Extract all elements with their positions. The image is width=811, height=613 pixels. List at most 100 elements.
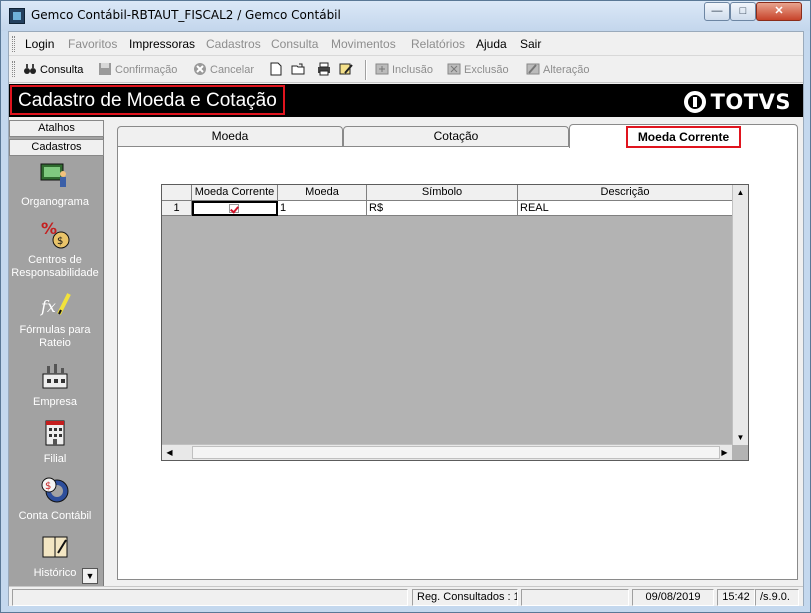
svg-text:$: $ [45, 481, 51, 492]
confirmacao-label: Confirmação [115, 64, 178, 76]
sidebar-item-label: Centros de Responsabilidade [11, 254, 99, 279]
cancel-circle-icon [193, 62, 207, 76]
print-button[interactable] [317, 61, 334, 79]
formula-pencil-icon: fx [40, 293, 71, 316]
sidebar-item-conta-contabil[interactable]: $ Conta Contábil [9, 474, 101, 523]
title-bar: Gemco Contábil-RBTAUT_FISCAL2 / Gemco Co… [1, 1, 810, 31]
tab-panel: Moeda Corrente Moeda Símbolo Descrição 1… [117, 146, 798, 580]
row-number: 1 [162, 201, 192, 216]
sidebar-item-formulas[interactable]: fx Fórmulas para Rateio [9, 288, 101, 350]
totvs-logo-icon [683, 91, 706, 113]
insert-record-icon [375, 62, 389, 76]
scroll-thumb[interactable] [192, 446, 720, 459]
sidebar-item-label: Organograma [21, 196, 89, 208]
printer-icon [317, 62, 331, 76]
brand-text: TOTVS [710, 90, 791, 114]
app-window: Gemco Contábil-RBTAUT_FISCAL2 / Gemco Co… [0, 0, 811, 613]
edit-button[interactable] [339, 61, 356, 79]
new-document-button[interactable] [269, 61, 286, 79]
cancelar-button[interactable]: Cancelar [193, 61, 254, 79]
menu-cadastros[interactable]: Cadastros [206, 37, 261, 51]
svg-text:$: $ [57, 236, 63, 247]
menu-consulta[interactable]: Consulta [271, 37, 318, 51]
checked-checkbox-icon[interactable] [229, 204, 239, 213]
binoculars-icon [23, 62, 37, 76]
moeda-corrente-checkbox-cell[interactable] [192, 201, 278, 216]
column-header-descricao[interactable]: Descrição [518, 185, 733, 201]
book-icon [42, 536, 68, 558]
exclusao-label: Exclusão [464, 64, 509, 76]
sidebar-item-organograma[interactable]: Organograma [9, 160, 101, 209]
scroll-right-icon[interactable]: ▶ [717, 445, 732, 460]
cell-moeda[interactable]: 1 [278, 201, 367, 216]
menu-impressoras[interactable]: Impressoras [129, 37, 195, 51]
scroll-left-icon[interactable]: ◀ [162, 445, 177, 460]
sidebar-item-centros[interactable]: % $ Centros de Responsabilidade [9, 218, 101, 280]
status-date: 09/08/2019 [632, 589, 714, 606]
alter-record-icon [526, 62, 540, 76]
inclusao-button[interactable]: Inclusão [375, 61, 433, 79]
column-header-simbolo[interactable]: Símbolo [367, 185, 518, 201]
alteracao-button[interactable]: Alteração [526, 61, 589, 79]
column-header-moeda[interactable]: Moeda [278, 185, 367, 201]
grid-corner [162, 185, 192, 201]
menu-ajuda[interactable]: Ajuda [476, 37, 507, 51]
moeda-corrente-grid: Moeda Corrente Moeda Símbolo Descrição 1… [161, 184, 749, 461]
consulta-label: Consulta [40, 64, 84, 76]
status-records: Reg. Consultados : 1 [412, 589, 518, 606]
sidebar-item-label: Empresa [32, 396, 78, 408]
sidebar-scroll-down-button[interactable]: ▼ [82, 568, 98, 584]
open-folder-button[interactable] [291, 61, 308, 79]
maximize-button[interactable]: □ [730, 2, 756, 21]
app-icon [9, 8, 25, 24]
menu-relatorios[interactable]: Relatórios [411, 37, 465, 51]
sidebar-tab-cadastros[interactable]: Cadastros [9, 139, 104, 156]
tab-moeda-corrente-label: Moeda Corrente [625, 126, 742, 148]
tab-moeda[interactable]: Moeda [117, 126, 343, 146]
tab-moeda-corrente[interactable]: Moeda Corrente [569, 124, 798, 148]
cancelar-label: Cancelar [210, 64, 255, 76]
scroll-up-icon[interactable]: ▲ [733, 185, 748, 200]
toolbar-grip [12, 61, 15, 77]
menu-grip [12, 36, 15, 52]
grid-horizontal-scrollbar[interactable]: ◀ ▶ [162, 444, 732, 460]
grid-vertical-scrollbar[interactable]: ▲ ▼ [732, 185, 748, 445]
status-bar: Reg. Consultados : 1 09/08/2019 15:42 /s… [9, 586, 803, 606]
status-panel-empty [12, 589, 408, 606]
scroll-down-icon[interactable]: ▼ [733, 430, 748, 445]
organograma-icon [40, 163, 66, 187]
page-header: Cadastro de Moeda e Cotação TOTVS [9, 84, 803, 117]
tab-cotacao[interactable]: Cotação [343, 126, 569, 146]
minimize-button[interactable]: — [704, 2, 730, 21]
menu-sair[interactable]: Sair [520, 37, 541, 51]
sidebar-item-label: Fórmulas para Rateio [19, 324, 91, 349]
sidebar-item-empresa[interactable]: Empresa [9, 360, 101, 409]
toolbar: Consulta Confirmação Cancelar Inclusão E… [9, 57, 803, 83]
percent-money-icon: %$ [41, 219, 70, 249]
menu-movimentos[interactable]: Movimentos [331, 37, 396, 51]
svg-text:fx: fx [40, 297, 56, 316]
sidebar-item-label: Filial [43, 453, 67, 465]
factory-icon [42, 364, 68, 389]
folder-icon [291, 62, 305, 76]
window-title: Gemco Contábil-RBTAUT_FISCAL2 / Gemco Co… [31, 8, 341, 22]
exclusao-button[interactable]: Exclusão [447, 61, 509, 79]
client-area: Login Favoritos Impressoras Cadastros Co… [8, 31, 804, 606]
page-title: Cadastro de Moeda e Cotação [10, 85, 285, 115]
sidebar-item-filial[interactable]: Filial [9, 417, 101, 466]
column-header-moeda-corrente[interactable]: Moeda Corrente [192, 185, 278, 201]
close-button[interactable]: ✕ [756, 2, 802, 21]
confirmacao-button[interactable]: Confirmação [98, 61, 177, 79]
consulta-button[interactable]: Consulta [23, 61, 83, 79]
main-content: Moeda Cotação Moeda Corrente Moeda Corre… [106, 120, 803, 586]
edit-pencil-icon [339, 62, 353, 76]
cell-descricao[interactable]: REAL [518, 201, 733, 216]
menu-favoritos[interactable]: Favoritos [68, 37, 117, 51]
inclusao-label: Inclusão [392, 64, 433, 76]
toolbar-separator [365, 60, 367, 80]
menu-login[interactable]: Login [25, 37, 54, 51]
status-version: /s.9.0. [755, 589, 799, 606]
status-panel-empty-2 [521, 589, 629, 606]
cell-simbolo[interactable]: R$ [367, 201, 518, 216]
sidebar-tab-atalhos[interactable]: Atalhos [9, 120, 104, 137]
